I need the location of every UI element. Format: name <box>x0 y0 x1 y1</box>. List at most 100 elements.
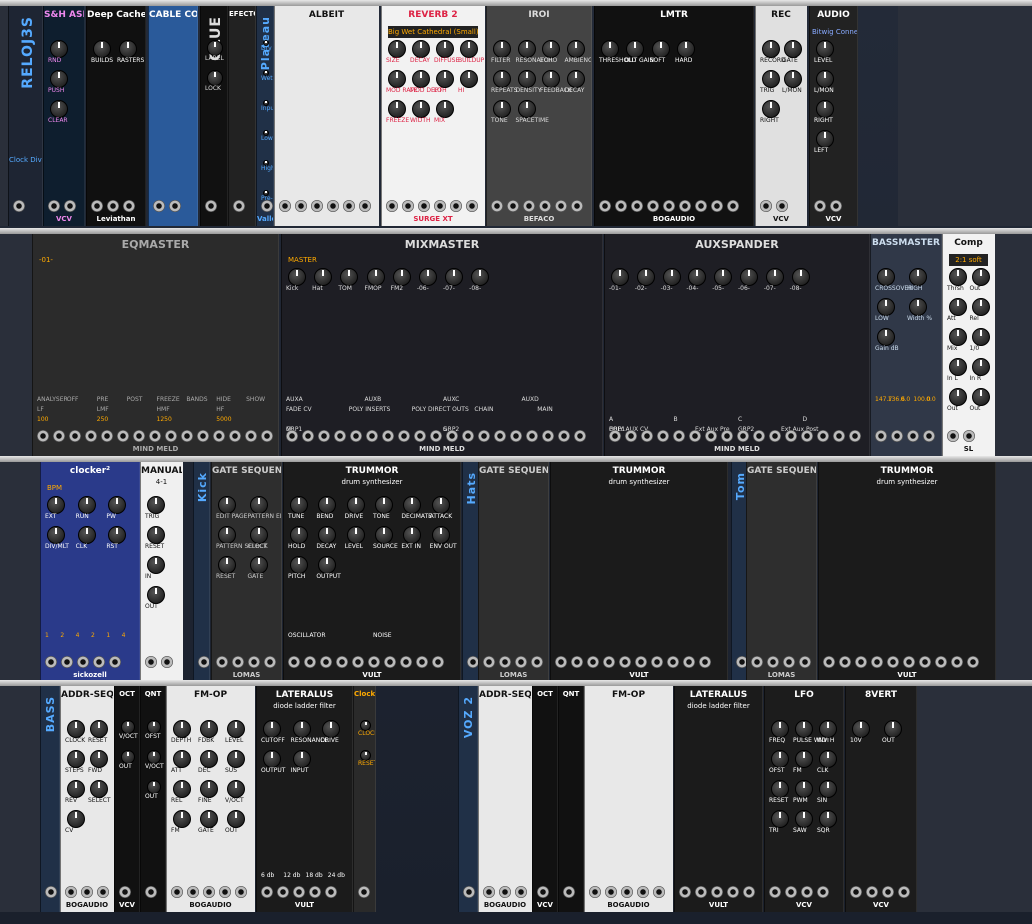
control-knob[interactable] <box>314 268 333 286</box>
module-manual[interactable]: MANUAL 4-1 TRIG RESET IN OUT <box>140 462 183 682</box>
control-knob[interactable] <box>207 40 223 56</box>
control-knob[interactable] <box>67 780 85 798</box>
jack-port[interactable] <box>727 200 739 212</box>
jack-port[interactable] <box>767 656 779 668</box>
control-knob[interactable] <box>375 496 393 514</box>
jack-port[interactable] <box>753 430 765 442</box>
jack-port[interactable] <box>635 656 647 668</box>
control-knob[interactable] <box>460 40 478 58</box>
control-knob[interactable] <box>714 268 733 286</box>
module-clock-div[interactable]: Clock Divider CLOCK RESET <box>353 686 376 912</box>
jack-port[interactable] <box>117 430 129 442</box>
jack-port[interactable] <box>432 656 444 668</box>
control-knob[interactable] <box>227 720 245 738</box>
jack-port[interactable] <box>510 430 522 442</box>
control-knob[interactable] <box>346 496 365 514</box>
jack-port[interactable] <box>261 886 273 898</box>
jack-port[interactable] <box>414 430 426 442</box>
jack-port[interactable] <box>571 200 583 212</box>
jack-port[interactable] <box>85 430 97 442</box>
jack-port[interactable] <box>302 430 314 442</box>
jack-port[interactable] <box>311 200 323 212</box>
jack-port[interactable] <box>542 430 554 442</box>
jack-port[interactable] <box>653 886 665 898</box>
jack-port[interactable] <box>651 656 663 668</box>
jack-port[interactable] <box>216 656 228 668</box>
module-trummor-3[interactable]: TRUMMOR drum synthesizer VULT <box>818 462 996 682</box>
control-knob[interactable] <box>542 70 560 88</box>
jack-port[interactable] <box>205 200 217 212</box>
control-knob[interactable] <box>795 810 813 828</box>
module-addr-seq-1[interactable]: ADDR-SEQ CLOCK RESET STEPS FWD REV SELECT CV BOG… <box>60 686 114 912</box>
jack-port[interactable] <box>776 200 788 212</box>
jack-port[interactable] <box>830 200 842 212</box>
jack-port[interactable] <box>418 200 430 212</box>
jack-port[interactable] <box>705 430 717 442</box>
jack-port[interactable] <box>667 656 679 668</box>
jack-port[interactable] <box>219 886 231 898</box>
jack-port[interactable] <box>235 886 247 898</box>
jack-port[interactable] <box>887 656 899 668</box>
module-gate-seq-1[interactable]: GATE SEQUENCEREDIT PAGEPATTERN EDITORPAT… <box>211 462 282 682</box>
module-albeit[interactable]: ALBEIT <box>274 6 379 226</box>
jack-port[interactable] <box>248 656 260 668</box>
control-knob[interactable] <box>436 40 454 58</box>
jack-port[interactable] <box>145 886 157 898</box>
jack-port[interactable] <box>839 656 851 668</box>
jack-port[interactable] <box>229 430 241 442</box>
jack-port[interactable] <box>817 430 829 442</box>
jack-port[interactable] <box>947 430 959 442</box>
control-knob[interactable] <box>375 526 393 544</box>
jack-port[interactable] <box>695 886 707 898</box>
control-knob[interactable] <box>436 70 454 88</box>
control-knob[interactable] <box>791 268 810 286</box>
jack-port[interactable] <box>721 430 733 442</box>
control-knob[interactable] <box>392 268 411 286</box>
control-knob[interactable] <box>218 496 236 514</box>
control-knob[interactable] <box>47 526 65 544</box>
control-knob[interactable] <box>877 298 895 316</box>
jack-port[interactable] <box>197 430 209 442</box>
control-knob[interactable] <box>688 268 707 286</box>
jack-port[interactable] <box>951 656 963 668</box>
control-knob[interactable] <box>677 40 695 58</box>
jack-port[interactable] <box>358 886 370 898</box>
jack-port[interactable] <box>81 886 93 898</box>
module-glue[interactable]: GLUE LABEL LOCK <box>200 6 228 226</box>
jack-port[interactable] <box>293 886 305 898</box>
jack-port[interactable] <box>359 200 371 212</box>
jack-port[interactable] <box>785 886 797 898</box>
control-knob[interactable] <box>322 720 341 738</box>
control-knob[interactable] <box>909 298 927 316</box>
jack-port[interactable] <box>903 656 915 668</box>
module-fm-op-2[interactable]: FM-OP BOGAUDIO <box>584 686 673 912</box>
control-knob[interactable] <box>636 268 655 286</box>
jack-port[interactable] <box>751 656 763 668</box>
jack-port[interactable] <box>743 886 755 898</box>
control-knob[interactable] <box>771 810 789 828</box>
control-knob[interactable] <box>147 496 165 514</box>
jack-port[interactable] <box>850 886 862 898</box>
jack-port[interactable] <box>483 656 495 668</box>
jack-port[interactable] <box>817 886 829 898</box>
jack-port[interactable] <box>515 886 527 898</box>
jack-port[interactable] <box>366 430 378 442</box>
control-knob[interactable] <box>412 100 430 118</box>
control-knob[interactable] <box>611 268 629 286</box>
jack-port[interactable] <box>13 200 25 212</box>
jack-port[interactable] <box>615 200 627 212</box>
control-knob[interactable] <box>412 70 430 88</box>
module-lmtr[interactable]: LMTR THRESHOLD OUT GAIN SOFT HARD BOGAUDIO <box>594 6 754 226</box>
control-knob[interactable] <box>173 720 191 738</box>
jack-port[interactable] <box>679 200 691 212</box>
control-knob[interactable] <box>771 720 789 738</box>
control-knob[interactable] <box>346 526 365 544</box>
module-comp[interactable]: Comp 2:1 soft Thrsh Out Att Rel Mix 1/0 In L In R… <box>942 234 995 456</box>
control-knob[interactable] <box>884 720 902 738</box>
jack-port[interactable] <box>679 886 691 898</box>
jack-port[interactable] <box>181 430 193 442</box>
control-knob[interactable] <box>318 556 337 574</box>
module-clocker2[interactable]: clocker² EXT RUN PW DIV/MLT CLK RST 1 2 4 2 1 4 BPM si… <box>40 462 140 682</box>
module-lateralus-2[interactable]: LATERALUS diode ladder filter VULT <box>674 686 763 912</box>
control-knob[interactable] <box>292 750 311 768</box>
